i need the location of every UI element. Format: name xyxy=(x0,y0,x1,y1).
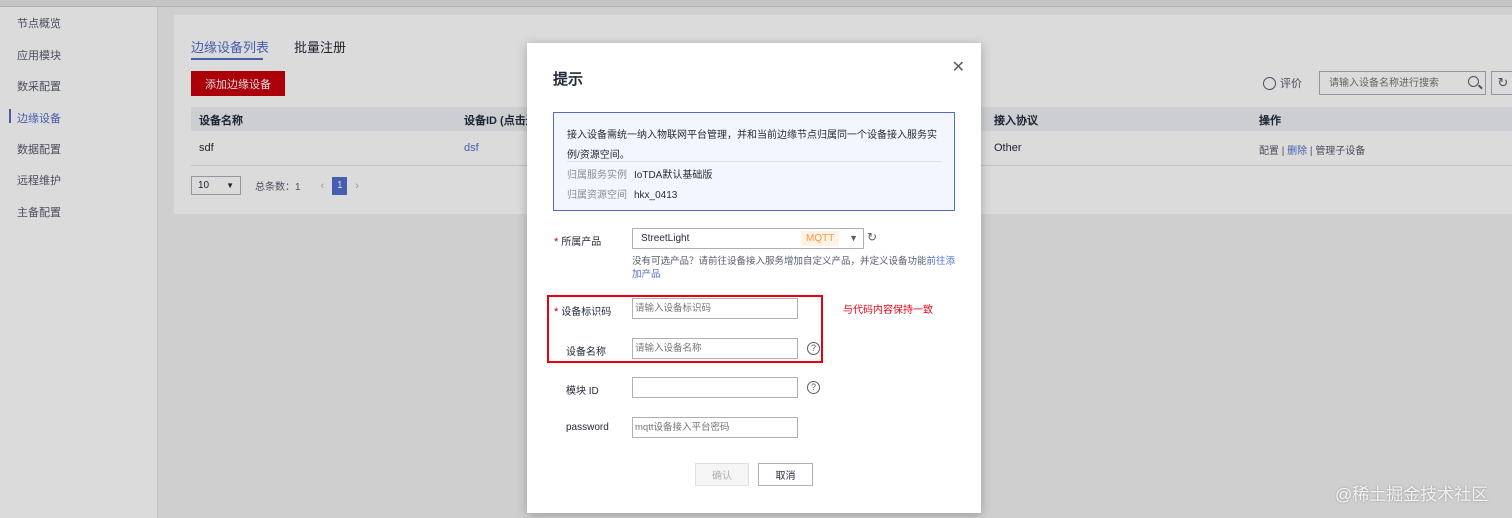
product-select[interactable]: StreetLight MQTT ▼ xyxy=(632,228,864,249)
password-field xyxy=(632,417,798,438)
resource-space-label: 归属资源空间 xyxy=(567,190,627,201)
identifier-label-row: * 设备标识码 xyxy=(554,303,611,318)
resource-space-value: hkx_0413 xyxy=(634,190,678,201)
required-mark: * xyxy=(554,236,559,248)
required-mark: * xyxy=(554,306,559,318)
hint-text: 没有可选产品？请前往设备接入服务增加自定义产品，并定义设备功能 xyxy=(632,256,927,267)
annotation-note: 与代码内容保持一致 xyxy=(843,305,933,316)
cancel-button[interactable]: 取消 xyxy=(758,463,813,486)
product-label: 所属产品 xyxy=(561,237,602,248)
identifier-input[interactable] xyxy=(633,299,797,318)
service-instance-value: IoTDA默认基础版 xyxy=(634,170,713,181)
identifier-field xyxy=(632,298,798,319)
product-hint: 没有可选产品？请前往设备接入服务增加自定义产品，并定义设备功能前往添加产品 xyxy=(632,255,957,281)
info-divider xyxy=(567,161,942,162)
module-id-input[interactable] xyxy=(633,378,797,397)
watermark: @稀土掘金技术社区 xyxy=(1335,485,1489,504)
dialog-title: 提示 xyxy=(553,71,584,88)
module-id-field xyxy=(632,377,798,398)
product-label-row: * 所属产品 xyxy=(554,233,601,248)
info-text-line2: 例/资源空间。 xyxy=(567,150,630,161)
help-icon[interactable]: ? xyxy=(807,381,820,394)
password-input[interactable] xyxy=(633,418,797,437)
service-instance-label: 归属服务实例 xyxy=(567,170,627,181)
resource-space-row: 归属资源空间 hkx_0413 xyxy=(567,186,677,201)
protocol-tag: MQTT xyxy=(801,231,840,246)
caret-down-icon: ▼ xyxy=(849,233,858,243)
help-icon[interactable]: ? xyxy=(807,342,820,355)
add-device-dialog: 提示 ✕ 接入设备需统一纳入物联网平台管理，并和当前边缘节点归属同一个设备接入服… xyxy=(527,43,981,513)
device-name-input[interactable] xyxy=(633,339,797,358)
info-text-line1: 接入设备需统一纳入物联网平台管理，并和当前边缘节点归属同一个设备接入服务实 xyxy=(567,130,937,141)
info-panel: 接入设备需统一纳入物联网平台管理，并和当前边缘节点归属同一个设备接入服务实 例/… xyxy=(553,112,955,211)
product-value: StreetLight xyxy=(641,233,690,244)
service-instance-row: 归属服务实例 IoTDA默认基础版 xyxy=(567,166,712,181)
device-name-field xyxy=(632,338,798,359)
confirm-button[interactable]: 确认 xyxy=(695,463,749,486)
close-icon[interactable]: ✕ xyxy=(952,57,965,77)
refresh-icon[interactable]: ↻ xyxy=(867,230,877,244)
password-label: password xyxy=(566,422,609,433)
identifier-label: 设备标识码 xyxy=(561,307,612,318)
module-id-label: 模块 ID xyxy=(566,386,599,397)
device-name-label: 设备名称 xyxy=(566,347,606,358)
